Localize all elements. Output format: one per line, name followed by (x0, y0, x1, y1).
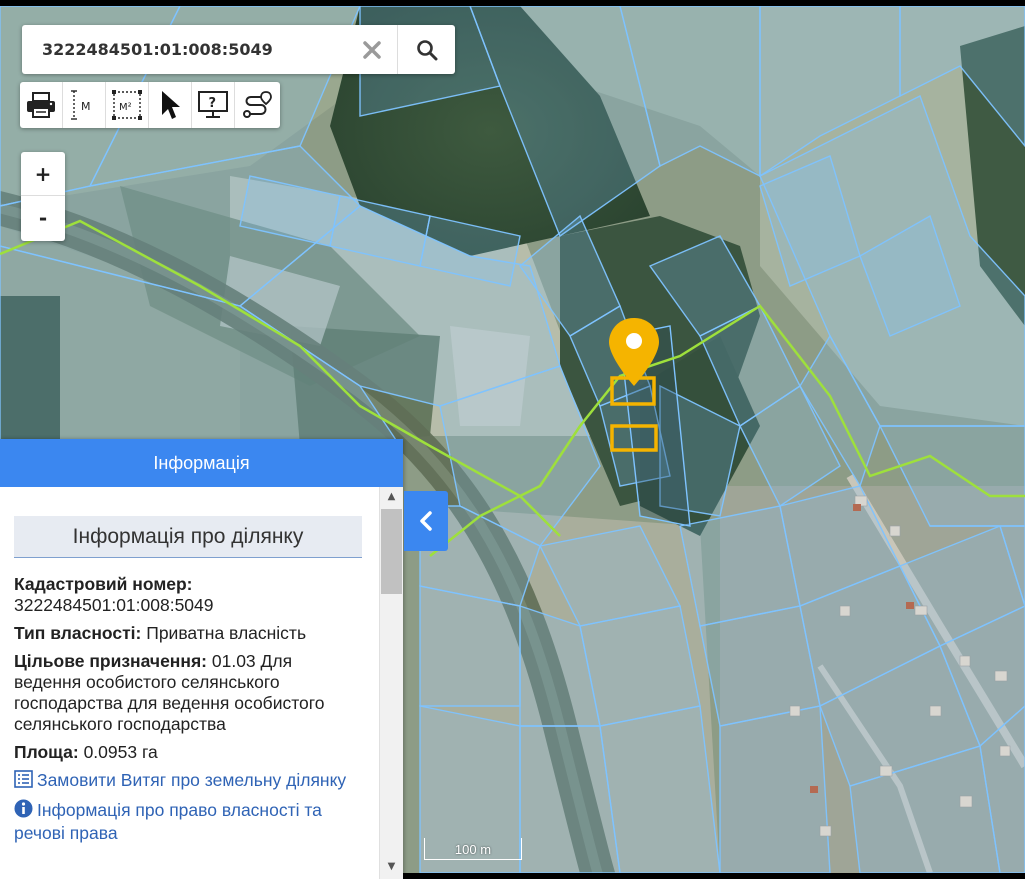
panel-scrollbar[interactable]: ▲ ▼ (379, 487, 403, 879)
zoom-out-button[interactable]: - (21, 196, 65, 240)
area-row: Площа: 0.0953 га (14, 742, 364, 763)
help-button[interactable]: ? (192, 82, 235, 128)
cadastral-label: Кадастровий номер: (14, 574, 193, 594)
zoom-control: + - (21, 152, 65, 241)
select-tool-button[interactable] (149, 82, 192, 128)
panel-body: Інформація про ділянку Кадастровий номер… (0, 487, 378, 879)
purpose-label: Цільове призначення: (14, 651, 207, 671)
info-panel: Інформація Інформація про ділянку Кадаст… (0, 439, 403, 879)
scale-label: 100 m (454, 842, 492, 857)
print-button[interactable] (20, 82, 63, 128)
ownership-row: Тип власності: Приватна власність (14, 623, 364, 644)
clear-search-button[interactable] (347, 25, 397, 74)
measure-area-icon: M² (112, 90, 142, 120)
section-title: Інформація про ділянку (14, 516, 362, 558)
cadastral-value: 3222484501:01:008:5049 (14, 595, 214, 615)
map-toolbar: M M² ? (20, 82, 280, 128)
ownership-label: Тип власності: (14, 623, 142, 643)
order-extract-link[interactable]: Замовити Витяг про земельну ділянку (14, 770, 364, 793)
measure-area-button[interactable]: M² (106, 82, 149, 128)
measure-distance-button[interactable]: M (63, 82, 106, 128)
close-icon (363, 40, 381, 59)
info-icon (14, 799, 33, 818)
list-icon (14, 770, 33, 788)
print-icon (27, 92, 55, 118)
cadastral-row: Кадастровий номер: 3222484501:01:008:504… (14, 574, 364, 616)
search-input[interactable] (22, 25, 347, 74)
search-bar (22, 25, 455, 74)
chevron-left-icon (420, 511, 432, 531)
ownership-rights-label: Інформація про право власності та речові… (14, 800, 322, 843)
area-label: Площа: (14, 742, 79, 762)
route-button[interactable] (235, 82, 278, 128)
parcel-details: Кадастровий номер: 3222484501:01:008:504… (14, 574, 364, 844)
measure-distance-icon: M (71, 90, 91, 120)
ownership-value: Приватна власність (146, 623, 307, 643)
svg-text:?: ? (209, 96, 217, 111)
search-icon (416, 39, 437, 60)
scroll-up-arrow-icon[interactable]: ▲ (380, 487, 403, 505)
zoom-in-button[interactable]: + (21, 152, 65, 196)
collapse-panel-button[interactable] (404, 491, 448, 551)
order-extract-label: Замовити Витяг про земельну ділянку (37, 770, 347, 790)
measure-distance-label: M (81, 100, 91, 113)
purpose-row: Цільове призначення: 01.03 Для ведення о… (14, 651, 364, 735)
help-icon: ? (198, 91, 228, 118)
route-icon (242, 91, 272, 118)
map-scale: 100 m (424, 838, 522, 860)
panel-header: Інформація (0, 439, 403, 487)
area-value: 0.0953 га (83, 742, 158, 762)
search-button[interactable] (397, 25, 455, 74)
ownership-rights-link[interactable]: Інформація про право власності та речові… (14, 799, 364, 844)
scroll-thumb[interactable] (381, 509, 402, 594)
pointer-icon (162, 91, 180, 119)
scroll-down-arrow-icon[interactable]: ▼ (380, 857, 403, 875)
measure-area-label: M² (119, 102, 132, 113)
